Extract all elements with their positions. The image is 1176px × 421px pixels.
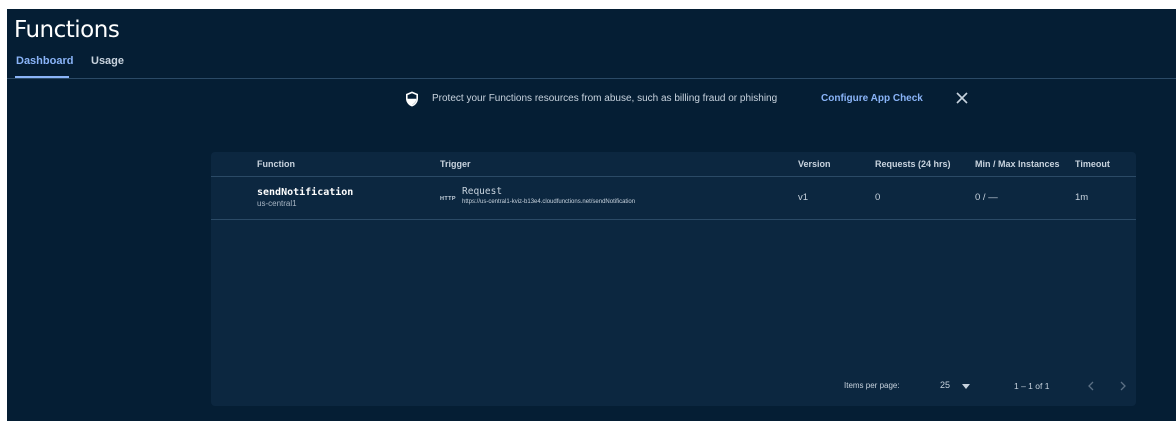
configure-app-check-link[interactable]: Configure App Check [821, 93, 923, 104]
column-header-timeout: Timeout [1075, 159, 1110, 169]
trigger-type: Request [462, 186, 503, 197]
instances-cell: 0 / — [975, 192, 998, 203]
version-cell: v1 [798, 192, 809, 203]
items-per-page-label: Items per page: [844, 381, 900, 390]
function-name[interactable]: sendNotification [257, 187, 353, 198]
http-badge: HTTP [440, 196, 456, 202]
close-icon[interactable] [955, 91, 969, 105]
table-row[interactable]: sendNotification us-central1 HTTP Reques… [211, 177, 1136, 220]
pagination-range: 1 – 1 of 1 [1014, 381, 1050, 391]
column-header-version: Version [798, 159, 831, 169]
shield-icon [406, 91, 418, 107]
table-header: Function Trigger Version Requests (24 hr… [211, 152, 1136, 177]
column-header-instances: Min / Max Instances [975, 159, 1060, 169]
trigger-url[interactable]: https://us-central1-kviz-b13e4.cloudfunc… [462, 199, 635, 205]
functions-app: Functions Dashboard Usage Protect your F… [7, 9, 1176, 421]
tab-dashboard[interactable]: Dashboard [16, 55, 73, 67]
timeout-cell: 1m [1075, 192, 1089, 203]
requests-cell: 0 [875, 192, 881, 203]
page-title: Functions [14, 17, 120, 43]
table-pagination: Items per page: 25 1 – 1 of 1 [211, 378, 1136, 398]
column-header-function: Function [257, 159, 295, 169]
function-region: us-central1 [257, 199, 297, 208]
items-per-page-select[interactable]: 25 [940, 380, 950, 390]
column-header-trigger: Trigger [440, 159, 471, 169]
functions-table-card: Function Trigger Version Requests (24 hr… [211, 152, 1136, 406]
chevron-right-icon[interactable] [1118, 380, 1128, 392]
tabs-divider [7, 78, 1176, 79]
dropdown-arrow-icon[interactable] [962, 384, 970, 389]
banner-message: Protect your Functions resources from ab… [432, 93, 778, 104]
chevron-left-icon[interactable] [1086, 380, 1096, 392]
tab-usage[interactable]: Usage [91, 55, 124, 67]
column-header-requests: Requests (24 hrs) [875, 159, 951, 169]
